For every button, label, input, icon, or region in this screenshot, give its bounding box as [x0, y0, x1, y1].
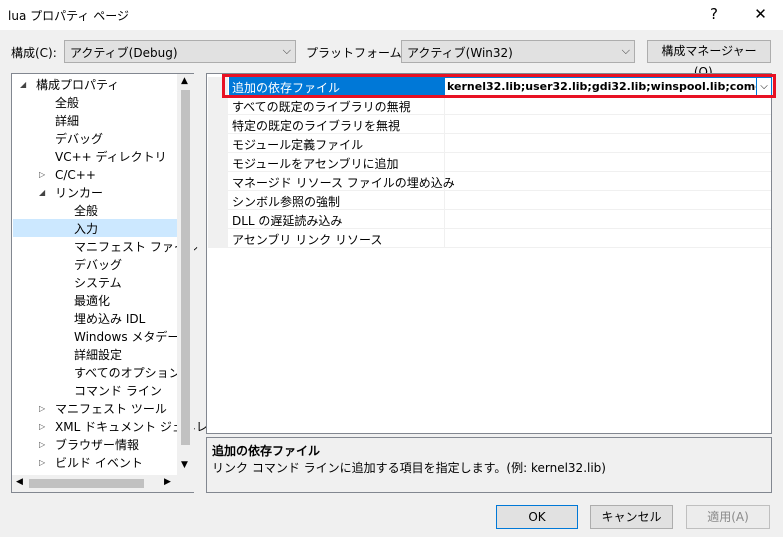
tree-item[interactable]: XML ドキュメント ジェネレー [55, 418, 220, 436]
tree-item[interactable]: 構成プロパティ [36, 76, 119, 94]
property-row[interactable]: モジュール定義ファイル [208, 134, 771, 153]
collapsed-arrow-icon[interactable]: ▷ [39, 440, 45, 449]
property-tree[interactable]: ◢ 構成プロパティ 全般 詳細 デバッグ VC++ ディレクトリ ▷ C/C++ ◢ リンカー 全般… [11, 73, 220, 493]
platform-select-value: アクティブ(Win32) [407, 46, 513, 60]
tree-item[interactable]: 詳細 [55, 112, 79, 130]
tree-item[interactable]: VC++ ディレクトリ [55, 148, 167, 166]
help-button[interactable]: ? [690, 0, 738, 30]
config-select-value: アクティブ(Debug) [70, 46, 178, 60]
tree-item[interactable]: 入力 [74, 220, 98, 238]
tree-horizontal-scroll-thumb[interactable] [29, 479, 144, 488]
apply-button[interactable]: 適用(A) [686, 505, 770, 529]
property-row[interactable]: すべての既定のライブラリの無視 [208, 96, 771, 115]
row-value-cell[interactable] [444, 134, 771, 153]
chevron-down-icon: ⌵ [282, 44, 291, 57]
chevron-down-icon: ⌵ [621, 44, 630, 57]
row-gutter [208, 96, 228, 115]
tree-item[interactable]: Windows メタデータ [74, 328, 191, 346]
tree-item[interactable]: 埋め込み IDL [74, 310, 145, 328]
description-pane: 追加の依存ファイル リンク コマンド ラインに追加する項目を指定します。(例: … [206, 437, 772, 493]
row-value-cell[interactable] [444, 153, 771, 172]
property-name: マネージド リソース ファイルの埋め込み [232, 176, 455, 190]
tree-item[interactable]: マニフェスト ツール [55, 400, 167, 418]
property-row[interactable]: アセンブリ リンク リソース [208, 229, 771, 248]
tree-item[interactable]: すべてのオプション [74, 364, 181, 382]
property-row[interactable]: モジュールをアセンブリに追加 [208, 153, 771, 172]
platform-select[interactable]: アクティブ(Win32) ⌵ [401, 40, 635, 63]
property-name: すべての既定のライブラリの無視 [232, 100, 411, 114]
row-value-cell[interactable] [444, 115, 771, 134]
tree-vertical-scroll-thumb[interactable] [181, 90, 190, 445]
highlight-annotation-box [222, 74, 776, 98]
row-gutter [208, 153, 228, 172]
row-value-cell[interactable] [444, 96, 771, 115]
description-text: リンク コマンド ラインに追加する項目を指定します。(例: kernel32.l… [212, 461, 606, 475]
property-row[interactable]: DLL の遅延読み込み [208, 210, 771, 229]
tree-item[interactable]: ブラウザー情報 [55, 436, 139, 454]
expanded-arrow-icon[interactable]: ◢ [39, 188, 45, 197]
config-label: 構成(C): [11, 46, 57, 60]
row-value-cell[interactable] [444, 210, 771, 229]
row-gutter [208, 115, 228, 134]
tree-item[interactable]: リンカー [55, 184, 103, 202]
tree-item[interactable]: ビルド イベント [55, 454, 143, 472]
property-row[interactable]: マネージド リソース ファイルの埋め込み [208, 172, 771, 191]
property-row[interactable]: 特定の既定のライブラリを無視 [208, 115, 771, 134]
row-value-cell[interactable] [444, 229, 771, 248]
tree-item[interactable]: システム [74, 274, 122, 292]
row-gutter [208, 134, 228, 153]
row-value-cell[interactable] [444, 172, 771, 191]
scroll-left-icon[interactable]: ◀ [16, 477, 23, 487]
property-row[interactable]: シンボル参照の強制 [208, 191, 771, 210]
collapsed-arrow-icon[interactable]: ▷ [39, 404, 45, 413]
configuration-manager-button[interactable]: 構成マネージャー(O)... [647, 40, 771, 79]
close-button[interactable]: ✕ [738, 0, 783, 30]
tree-item[interactable]: デバッグ [74, 256, 122, 274]
expanded-arrow-icon[interactable]: ◢ [20, 80, 26, 89]
cancel-button[interactable]: キャンセル [590, 505, 673, 529]
row-gutter [208, 191, 228, 210]
scroll-down-icon[interactable]: ▼ [181, 460, 188, 470]
window-title: lua プロパティ ページ [8, 9, 129, 23]
row-gutter [208, 210, 228, 229]
collapsed-arrow-icon[interactable]: ▷ [39, 458, 45, 467]
tree-item[interactable]: 全般 [74, 202, 98, 220]
scroll-up-icon[interactable]: ▲ [181, 76, 188, 86]
property-name: アセンブリ リンク リソース [232, 233, 383, 247]
config-select[interactable]: アクティブ(Debug) ⌵ [64, 40, 296, 63]
row-gutter [208, 172, 228, 191]
property-name: モジュール定義ファイル [232, 138, 364, 152]
ok-button[interactable]: OK [496, 505, 578, 529]
tree-item[interactable]: C/C++ [55, 166, 96, 184]
property-grid[interactable]: kernel32.lib;user32.lib;gdi32.lib;winspo… [206, 73, 772, 434]
scroll-right-icon[interactable]: ▶ [164, 477, 171, 487]
collapsed-arrow-icon[interactable]: ▷ [39, 422, 45, 431]
row-value-cell[interactable] [444, 191, 771, 210]
tree-item[interactable]: 全般 [55, 94, 79, 112]
property-name: 特定の既定のライブラリを無視 [232, 119, 401, 133]
tree-item[interactable]: 詳細設定 [74, 346, 122, 364]
tree-item[interactable]: デバッグ [55, 130, 103, 148]
tree-item[interactable]: コマンド ライン [74, 382, 162, 400]
description-title: 追加の依存ファイル [212, 444, 321, 458]
property-name: シンボル参照の強制 [232, 195, 341, 209]
collapsed-arrow-icon[interactable]: ▷ [39, 170, 45, 179]
property-name: モジュールをアセンブリに追加 [232, 157, 399, 171]
row-gutter [208, 229, 228, 248]
tree-item[interactable]: 最適化 [74, 292, 110, 310]
property-name: DLL の遅延読み込み [232, 214, 343, 228]
